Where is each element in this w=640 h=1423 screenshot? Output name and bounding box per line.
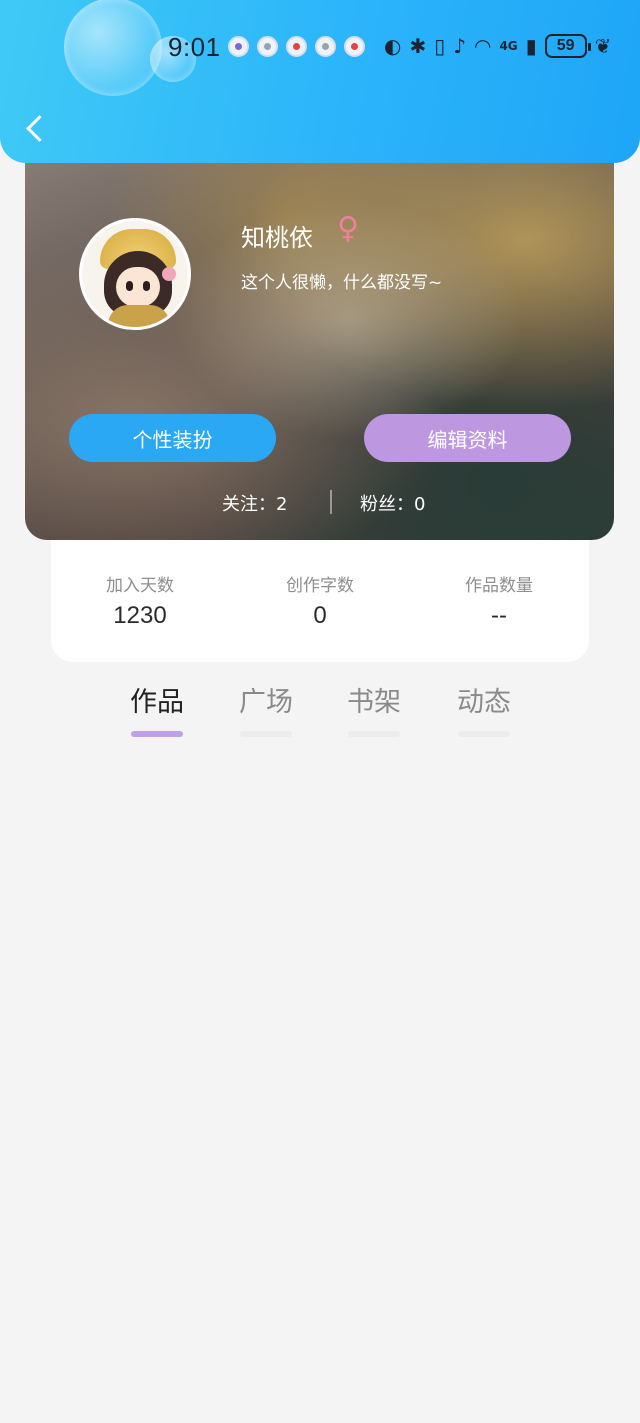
user-bio: 这个人很懒，什么都没写~: [241, 273, 443, 293]
tab-label[interactable]: 广场: [239, 687, 293, 718]
tab-works[interactable]: 作品: [117, 680, 197, 737]
battery-icon: 59: [544, 34, 591, 58]
tab-indicator: [240, 731, 292, 737]
system-icons: ◐ ✱ ▯ ♪ ◠ 4G ▮ 59 ❦: [384, 34, 611, 58]
stat-value: --: [491, 602, 507, 629]
stats-card: 加入天数 1230 创作字数 0 作品数量 --: [51, 539, 589, 662]
dressup-button[interactable]: 个性装扮: [69, 414, 276, 462]
follow-stats: 关注：2 粉丝：0: [25, 488, 614, 518]
tab-label[interactable]: 书架: [347, 687, 401, 718]
mute-bell-icon: ♪: [453, 34, 466, 58]
stat-label: 创作字数: [286, 576, 354, 596]
app-notification-icon: [286, 36, 307, 57]
username: 知桃依: [241, 224, 313, 252]
avatar[interactable]: [79, 218, 191, 330]
status-bar: 9:01 ◐ ✱ ▯ ♪ ◠ 4G ▮ 59 ❦: [0, 26, 640, 68]
back-button[interactable]: [22, 112, 52, 148]
app-notification-icon: [228, 36, 249, 57]
app-notification-icon: [257, 36, 278, 57]
tab-label[interactable]: 作品: [130, 687, 184, 718]
leaf-icon: ❦: [594, 34, 612, 58]
stat-value: 0: [313, 602, 327, 629]
tab-activity[interactable]: 动态: [444, 680, 524, 737]
notification-icons: [228, 36, 365, 57]
stat-word-count: 创作字数 0: [250, 571, 390, 630]
network-type-label: 4G: [499, 39, 518, 53]
header-bar: 9:01 ◐ ✱ ▯ ♪ ◠ 4G ▮ 59 ❦: [0, 0, 640, 163]
status-time: 9:01: [168, 32, 221, 62]
app-notification-icon: [344, 36, 365, 57]
app-notification-icon: [315, 36, 336, 57]
tab-indicator: [348, 731, 400, 737]
signal-icon: ▮: [525, 34, 537, 58]
female-gender-icon: ♀: [337, 211, 359, 246]
profile-card: 知桃依 ♀ 这个人很懒，什么都没写~ 个性装扮 编辑资料 关注：2 粉丝：0: [25, 140, 614, 540]
divider: [330, 490, 332, 514]
vibrate-icon: ▯: [434, 34, 446, 58]
tab-indicator: [131, 731, 183, 737]
stat-value: 1230: [113, 602, 167, 629]
edit-profile-button[interactable]: 编辑资料: [364, 414, 571, 462]
tab-square[interactable]: 广场: [226, 680, 306, 737]
data-saver-icon: ◐: [384, 34, 402, 58]
stat-join-days: 加入天数 1230: [70, 571, 210, 630]
content-tabs: 作品 广场 书架 动态: [0, 676, 640, 746]
bluetooth-icon: ✱: [409, 34, 427, 58]
tab-bookshelf[interactable]: 书架: [334, 680, 414, 737]
tab-indicator: [458, 731, 510, 737]
stat-label: 作品数量: [465, 576, 533, 596]
following-count[interactable]: 关注：2: [222, 490, 287, 516]
wifi-icon: ◠: [474, 34, 492, 58]
stat-label: 加入天数: [106, 576, 174, 596]
fans-count[interactable]: 粉丝：0: [360, 490, 425, 516]
stat-works-count: 作品数量 --: [429, 571, 569, 630]
tab-label[interactable]: 动态: [457, 687, 511, 718]
